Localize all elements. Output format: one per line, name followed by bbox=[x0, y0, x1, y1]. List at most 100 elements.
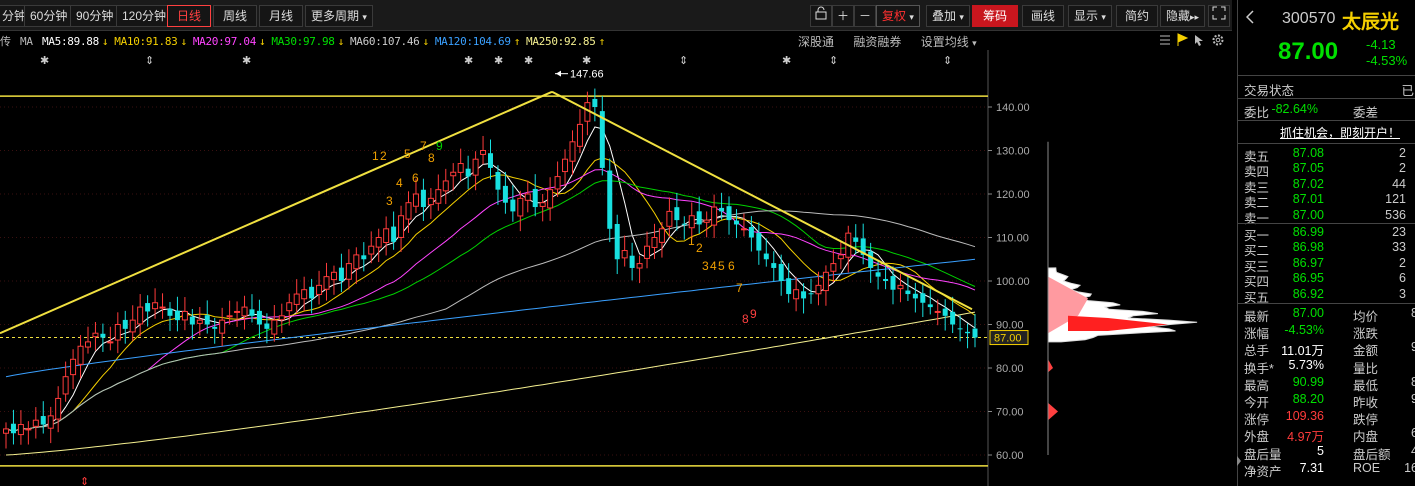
ask-level-volume: 2 bbox=[1399, 146, 1406, 160]
promo-text[interactable]: 抓住机会，即刻开户！ bbox=[1280, 124, 1400, 141]
divider bbox=[1238, 98, 1415, 99]
stat-value-2: 9 bbox=[1411, 392, 1415, 406]
period-60min-button[interactable]: 60分钟 bbox=[24, 5, 74, 27]
candle-body bbox=[801, 291, 807, 299]
ask-level[interactable]: 卖三 87.02 44 bbox=[1238, 177, 1415, 195]
candle-body bbox=[391, 226, 397, 242]
bid-level-price: 86.99 bbox=[1292, 225, 1324, 239]
candle-body bbox=[129, 319, 136, 333]
ma-settings-link[interactable]: 设置均线 ▾ bbox=[921, 35, 977, 49]
minus-icon[interactable]: － bbox=[854, 5, 877, 27]
candle-body bbox=[719, 207, 725, 212]
bid-level[interactable]: 买三 86.97 2 bbox=[1238, 256, 1415, 274]
ma-item: MA250:92.85 bbox=[526, 35, 596, 48]
candle-body bbox=[457, 163, 464, 173]
bid-level[interactable]: 买二 86.98 33 bbox=[1238, 240, 1415, 258]
open-account-promo[interactable]: 抓住机会，即刻开户！ bbox=[1238, 124, 1415, 140]
ma-tools: 深股通 融资融券 设置均线 ▾ bbox=[798, 33, 977, 50]
td-count-down: 8 bbox=[742, 312, 749, 326]
period-weekly-button[interactable]: 周线 bbox=[213, 5, 258, 27]
hide-button[interactable]: 隐藏▸▸ bbox=[1160, 5, 1206, 27]
ask-level[interactable]: 卖一 87.00 536 bbox=[1238, 208, 1415, 226]
draw-line-button[interactable]: 画线 bbox=[1022, 5, 1065, 27]
candle-body bbox=[883, 278, 889, 281]
candle-body bbox=[748, 226, 754, 238]
bid-level[interactable]: 买一 86.99 23 bbox=[1238, 225, 1415, 243]
stat-row: 最新 87.00 均价 8 bbox=[1238, 306, 1415, 324]
chips-button[interactable]: 筹码 bbox=[972, 5, 1019, 27]
candle-body bbox=[547, 189, 554, 209]
candle-body bbox=[435, 189, 442, 204]
candle-body bbox=[934, 310, 941, 313]
price-change: -4.13 bbox=[1366, 37, 1396, 52]
lock-icon[interactable] bbox=[810, 5, 832, 27]
period-90min-button[interactable]: 90分钟 bbox=[70, 5, 120, 27]
candle-body bbox=[204, 315, 210, 325]
event-marker-icon: ✱ bbox=[782, 55, 791, 67]
candle-body bbox=[40, 416, 46, 425]
chevron-left-icon[interactable] bbox=[1245, 10, 1254, 24]
candle-body bbox=[830, 263, 837, 272]
ask-level[interactable]: 卖二 87.01 121 bbox=[1238, 192, 1415, 210]
margin-trading-link[interactable]: 融资融券 bbox=[853, 35, 901, 49]
candle-body bbox=[137, 306, 144, 325]
weibi-row: 委比 -82.64% 委差 bbox=[1238, 102, 1415, 120]
candlestick-chart[interactable]: 140.00 130.00 120.00 110.00 100.00 90.00 80.00… bbox=[0, 50, 1232, 486]
td-count-down: 3 bbox=[702, 259, 709, 273]
list-icon[interactable] bbox=[1160, 35, 1170, 45]
ma10-line bbox=[5, 157, 976, 432]
fullscreen-icon[interactable] bbox=[1208, 5, 1230, 27]
arrow-down-icon: ↓ bbox=[337, 35, 345, 48]
event-marker-icon: ✱ bbox=[40, 55, 49, 67]
candle-body bbox=[309, 286, 315, 299]
ask-level-volume: 121 bbox=[1385, 192, 1406, 207]
candle-body bbox=[330, 271, 337, 281]
bottom-marker-icon: ⇕ bbox=[80, 476, 89, 486]
more-periods-dropdown[interactable]: 更多周期 ▾ bbox=[305, 5, 373, 27]
candle-body bbox=[524, 193, 531, 201]
ask-level[interactable]: 卖五 87.08 2 bbox=[1238, 146, 1415, 164]
ask-level-price: 87.01 bbox=[1292, 192, 1324, 207]
chevron-right-icon[interactable] bbox=[1236, 455, 1242, 467]
td-count-down: 7 bbox=[736, 281, 743, 295]
candle-body bbox=[703, 219, 710, 223]
period-daily-button[interactable]: 日线 bbox=[167, 5, 212, 27]
candle-body bbox=[569, 141, 576, 162]
plus-icon[interactable]: ＋ bbox=[832, 5, 855, 27]
candle-body bbox=[3, 428, 9, 434]
ask-level[interactable]: 卖四 87.05 2 bbox=[1238, 161, 1415, 179]
shenzhen-connect-link[interactable]: 深股通 bbox=[798, 35, 834, 49]
bid-level[interactable]: 买五 86.92 3 bbox=[1238, 287, 1415, 305]
candle-body bbox=[658, 228, 665, 243]
candle-body bbox=[345, 263, 352, 280]
display-dropdown[interactable]: 显示 ▾ bbox=[1068, 5, 1112, 27]
gear-icon[interactable] bbox=[1212, 34, 1224, 46]
axis-tick-label: 60.00 bbox=[996, 450, 1024, 462]
flag-icon[interactable] bbox=[1177, 33, 1189, 46]
candle-body bbox=[278, 315, 285, 321]
simple-button[interactable]: 简约 bbox=[1116, 5, 1159, 27]
stat-label: 换手* bbox=[1244, 361, 1274, 376]
overlay-dropdown[interactable]: 叠加 ▾ bbox=[926, 5, 970, 27]
kline-chart-area[interactable]: 分钟 60分钟 90分钟 120分钟 日线 周线 月线 更多周期 ▾ ＋ － 复… bbox=[0, 0, 1232, 486]
ma-item: MA30:97.98 bbox=[271, 35, 335, 48]
pointer-icon[interactable] bbox=[1195, 35, 1203, 46]
stat-row: 最高 90.99 最低 8 bbox=[1238, 375, 1415, 393]
candle-body bbox=[256, 310, 262, 325]
divider bbox=[1238, 303, 1415, 304]
trade-status-row: 交易状态 已 bbox=[1238, 80, 1415, 98]
stat-label: 最高 bbox=[1244, 378, 1270, 393]
period-monthly-button[interactable]: 月线 bbox=[259, 5, 304, 27]
weibi-value: -82.64% bbox=[1271, 102, 1318, 116]
ma120-line bbox=[5, 258, 976, 378]
candle-body bbox=[219, 319, 226, 334]
candle-body bbox=[711, 206, 718, 226]
period-120min-button[interactable]: 120分钟 bbox=[116, 5, 173, 27]
candle-body bbox=[696, 211, 702, 225]
candle-body bbox=[510, 199, 516, 212]
stat-row: 涨幅 -4.53% 涨跌 bbox=[1238, 323, 1415, 341]
fuquan-dropdown[interactable]: 复权 ▾ bbox=[876, 5, 920, 27]
bid-level[interactable]: 买四 86.95 6 bbox=[1238, 271, 1415, 289]
candle-body bbox=[405, 202, 412, 220]
candle-body bbox=[726, 206, 732, 221]
